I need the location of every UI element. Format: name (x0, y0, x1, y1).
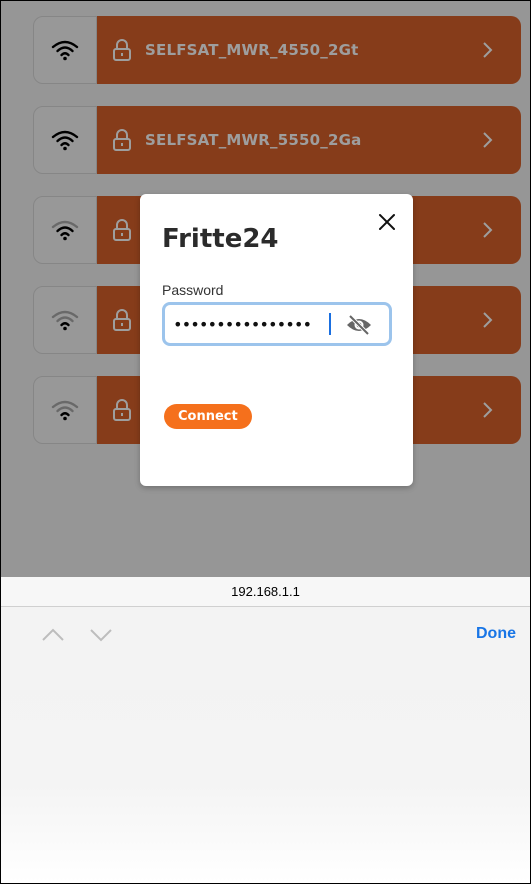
url-bar[interactable]: 192.168.1.1 (1, 577, 530, 607)
eye-slash-icon[interactable] (345, 314, 373, 336)
text-caret (329, 313, 331, 335)
done-button[interactable]: Done (476, 625, 516, 643)
url-text: 192.168.1.1 (231, 584, 300, 599)
phone-frame: SELFSAT_MWR_4550_2Gt SELFSAT_MWR_5550_2G… (0, 0, 531, 884)
close-icon[interactable] (377, 212, 397, 232)
password-input[interactable]: •••••••••••••••• (162, 302, 392, 346)
keyboard-area (1, 663, 530, 883)
password-dialog: Fritte24 Password •••••••••••••••• Conne… (140, 194, 413, 486)
chevron-up-icon[interactable] (41, 627, 65, 643)
network-title: Fritte24 (162, 224, 279, 254)
keyboard-accessory-bar: Done (1, 607, 530, 663)
password-label: Password (162, 282, 224, 298)
chevron-down-icon[interactable] (89, 627, 113, 643)
connect-button[interactable]: Connect (164, 404, 252, 429)
password-value: •••••••••••••••• (173, 315, 312, 334)
